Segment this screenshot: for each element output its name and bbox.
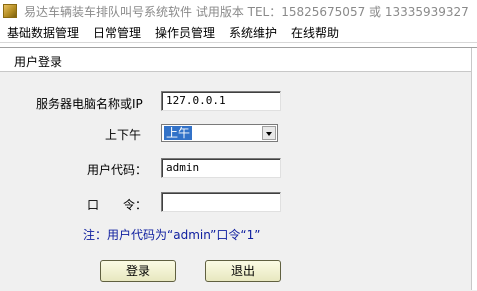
window-titlebar: 易达车辆装车排队叫号系统软件 试用版本 TEL：15825675057 或 13… (0, 0, 477, 22)
dialog-title: 用户登录 (14, 55, 63, 69)
login-hint-note: 注：用户代码为“admin”口令“1” (83, 228, 261, 242)
ampm-selected-value: 上午 (164, 126, 193, 140)
server-input[interactable]: 127.0.0.1 (161, 91, 281, 111)
menu-operator[interactable]: 操作员管理 (155, 24, 215, 41)
dialog-edge (471, 48, 477, 290)
window-title: 易达车辆装车排队叫号系统软件 试用版本 TEL：15825675057 或 13… (24, 5, 469, 19)
password-input[interactable] (161, 192, 281, 212)
ampm-label: 上下午 (105, 128, 142, 142)
menu-help[interactable]: 在线帮助 (291, 24, 339, 41)
app-icon (3, 4, 17, 18)
user-input[interactable]: admin (161, 158, 281, 178)
menu-basic-data[interactable]: 基础数据管理 (7, 24, 79, 41)
user-label: 用户代码： (87, 163, 148, 177)
login-button[interactable]: 登录 (100, 260, 176, 282)
ampm-select[interactable]: 上午 (161, 124, 278, 142)
server-label: 服务器电脑名称或IP (36, 97, 143, 111)
chevron-down-icon[interactable] (262, 126, 276, 140)
menu-maintenance[interactable]: 系统维护 (229, 24, 277, 41)
menubar: 基础数据管理 日常管理 操作员管理 系统维护 在线帮助 (0, 22, 477, 43)
exit-button[interactable]: 退出 (205, 260, 281, 282)
menu-daily[interactable]: 日常管理 (93, 24, 141, 41)
password-label: 口 令： (87, 198, 148, 212)
dialog-titlebar[interactable]: 用户登录 (0, 48, 477, 72)
